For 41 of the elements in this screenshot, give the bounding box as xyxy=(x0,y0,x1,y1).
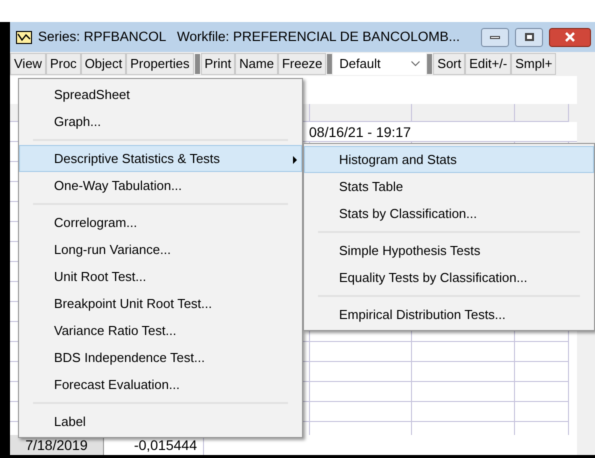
close-button[interactable] xyxy=(549,28,591,46)
toolbar-button[interactable]: Print xyxy=(200,53,236,75)
close-icon xyxy=(565,32,575,42)
menu-item[interactable]: Descriptive Statistics & Tests xyxy=(19,145,302,172)
menu-item[interactable]: Unit Root Test... xyxy=(19,263,302,290)
toolbar-separator xyxy=(427,54,432,74)
toolbar-button[interactable]: View xyxy=(10,53,46,75)
update-timestamp: 08/16/21 - 19:17 xyxy=(309,123,411,141)
menu-item[interactable]: Forecast Evaluation... xyxy=(19,371,302,398)
toolbar-button[interactable]: Properties xyxy=(126,53,194,75)
toolbar-button[interactable]: Edit+/- xyxy=(465,53,512,75)
menu-item[interactable]: SpreadSheet xyxy=(19,81,302,108)
menu-item[interactable]: Breakpoint Unit Root Test... xyxy=(19,290,302,317)
menu-item[interactable]: Histogram and Stats xyxy=(304,146,594,173)
menu-item[interactable]: Graph... xyxy=(19,108,302,135)
menu-item[interactable]: Stats by Classification... xyxy=(304,200,594,227)
toolbar-separator xyxy=(327,54,332,74)
menu-item[interactable]: BDS Independence Test... xyxy=(19,344,302,371)
menu-item[interactable]: Correlogram... xyxy=(19,209,302,236)
minimize-button[interactable] xyxy=(481,28,509,46)
menu-item[interactable]: Equality Tests by Classification... xyxy=(304,264,594,291)
menu-item[interactable]: Stats Table xyxy=(304,173,594,200)
maximize-button[interactable] xyxy=(515,28,543,46)
style-dropdown[interactable]: Default xyxy=(333,53,426,75)
menu-item[interactable]: Label xyxy=(19,408,302,435)
submenu-arrow-icon xyxy=(293,156,297,164)
menu-item[interactable]: Empirical Distribution Tests... xyxy=(304,301,594,328)
chart-icon xyxy=(16,30,32,44)
menu-item[interactable]: Simple Hypothesis Tests xyxy=(304,237,594,264)
toolbar-button[interactable]: Name xyxy=(235,53,278,75)
toolbar-button[interactable]: Object xyxy=(80,53,126,75)
toolbar-button[interactable]: Proc xyxy=(46,53,81,75)
toolbar-button[interactable]: Smpl+ xyxy=(511,53,556,75)
menu-item[interactable]: One-Way Tabulation... xyxy=(19,172,302,199)
window-title: Series: RPFBANCOL Workfile: PREFERENCIAL DE BANCOLOMB... xyxy=(38,28,461,46)
toolbar-button[interactable]: Freeze xyxy=(278,53,326,75)
chevron-down-icon xyxy=(411,61,420,67)
toolbar-separator xyxy=(194,54,200,74)
menu-item[interactable]: Variance Ratio Test... xyxy=(19,317,302,344)
toolbar-button[interactable]: Sort xyxy=(433,53,466,75)
menu-item[interactable]: Long-run Variance... xyxy=(19,236,302,263)
